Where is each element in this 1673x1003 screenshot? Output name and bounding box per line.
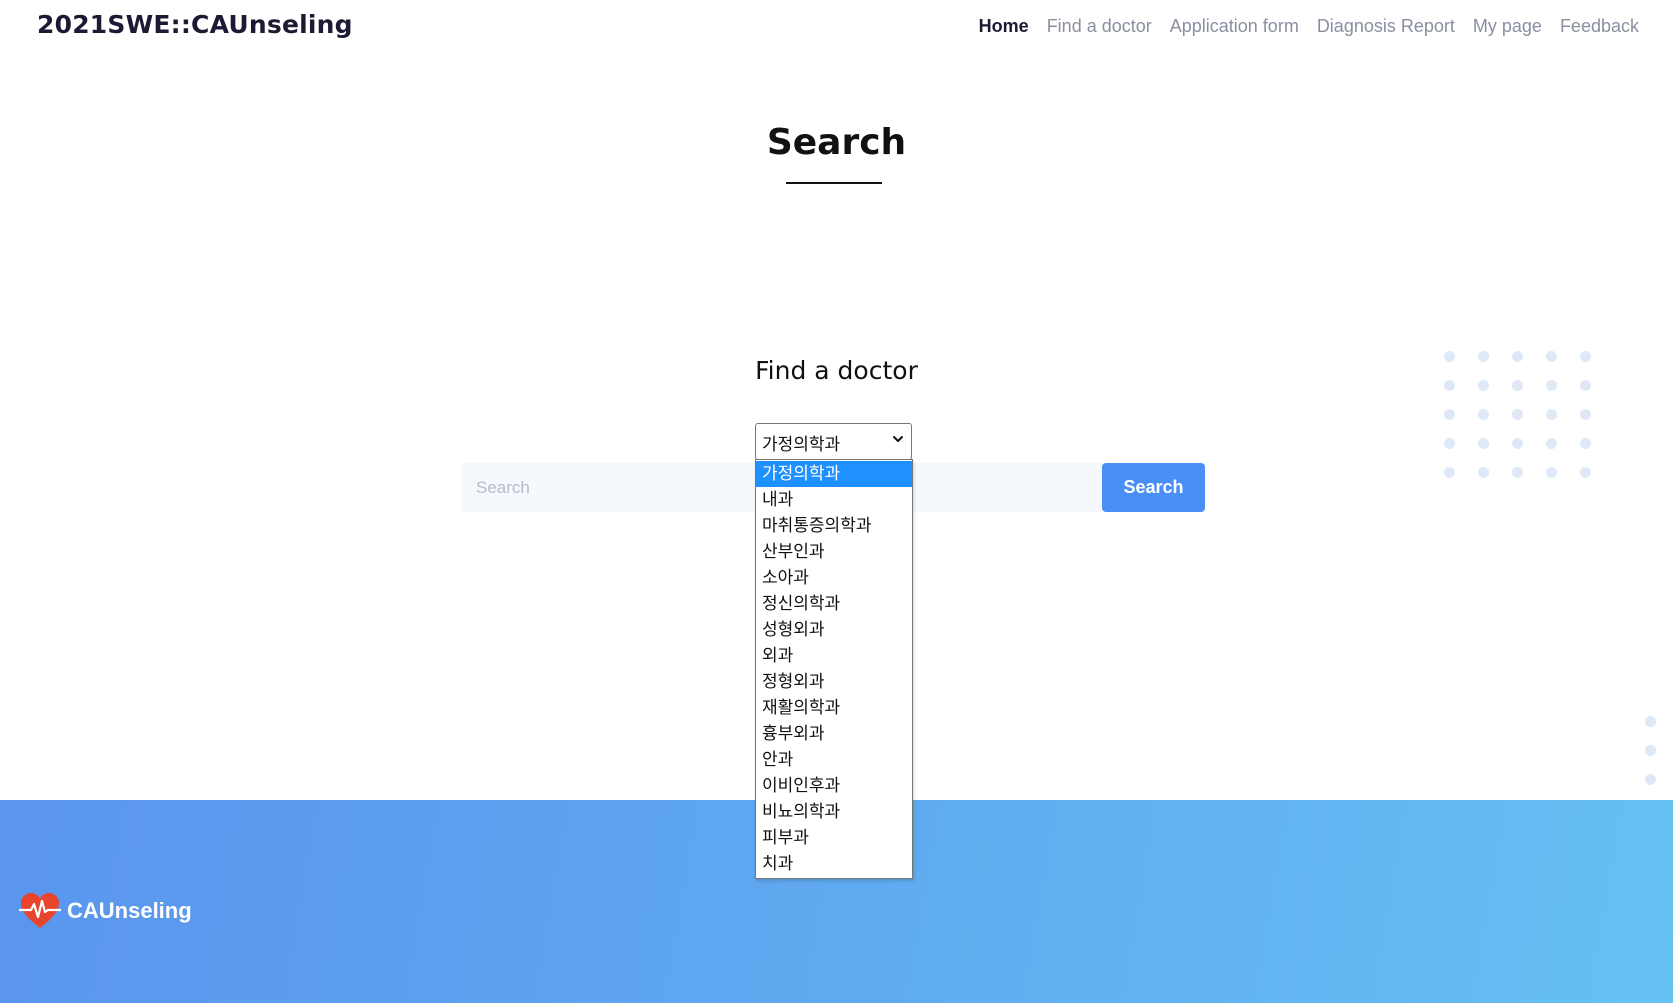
dropdown-option[interactable]: 재활의학과: [756, 695, 912, 721]
dropdown-option[interactable]: 비뇨의학과: [756, 799, 912, 825]
dropdown-option[interactable]: 마취통증의학과: [756, 513, 912, 539]
dropdown-option[interactable]: 내과: [756, 487, 912, 513]
dropdown-option[interactable]: 외과: [756, 643, 912, 669]
nav-application-form[interactable]: Application form: [1170, 16, 1299, 37]
nav-diagnosis-report[interactable]: Diagnosis Report: [1317, 16, 1455, 37]
find-doctor-title: Find a doctor: [755, 356, 918, 385]
chevron-down-icon: [893, 436, 903, 442]
dropdown-option[interactable]: 피부과: [756, 825, 912, 851]
main-nav: Home Find a doctor Application form Diag…: [979, 16, 1639, 37]
site-brand[interactable]: 2021SWE::CAUnseling: [37, 10, 353, 39]
footer-logo[interactable]: CAUnseling: [19, 892, 192, 930]
dropdown-option[interactable]: 이비인후과: [756, 773, 912, 799]
dropdown-option[interactable]: 성형외과: [756, 617, 912, 643]
heartbeat-icon: [19, 893, 61, 928]
dropdown-option[interactable]: 소아과: [756, 565, 912, 591]
dropdown-option[interactable]: 정형외과: [756, 669, 912, 695]
nav-find-a-doctor[interactable]: Find a doctor: [1047, 16, 1152, 37]
footer-brand: CAUnseling: [67, 898, 192, 923]
search-button[interactable]: Search: [1102, 463, 1205, 512]
page: 2021SWE::CAUnseling Home Find a doctor A…: [0, 0, 1673, 1003]
nav-my-page[interactable]: My page: [1473, 16, 1542, 37]
nav-home[interactable]: Home: [979, 16, 1029, 37]
dropdown-option[interactable]: 안과: [756, 747, 912, 773]
dropdown-option[interactable]: 치과: [756, 851, 912, 877]
title-underline: [786, 182, 882, 184]
page-title: Search: [766, 122, 907, 163]
department-dropdown-list: 가정의학과 내과 마취통증의학과 산부인과 소아과 정신의학과 성형외과 외과 정형외과 재활의학…: [755, 459, 913, 879]
dropdown-option[interactable]: 가정의학과: [756, 461, 912, 487]
dropdown-option[interactable]: 정신의학과: [756, 591, 912, 617]
department-select-value: 가정의학과: [762, 435, 841, 455]
dropdown-option[interactable]: 흉부외과: [756, 721, 912, 747]
department-select[interactable]: 가정의학과: [755, 423, 912, 460]
dropdown-option[interactable]: 산부인과: [756, 539, 912, 565]
nav-feedback[interactable]: Feedback: [1560, 16, 1639, 37]
